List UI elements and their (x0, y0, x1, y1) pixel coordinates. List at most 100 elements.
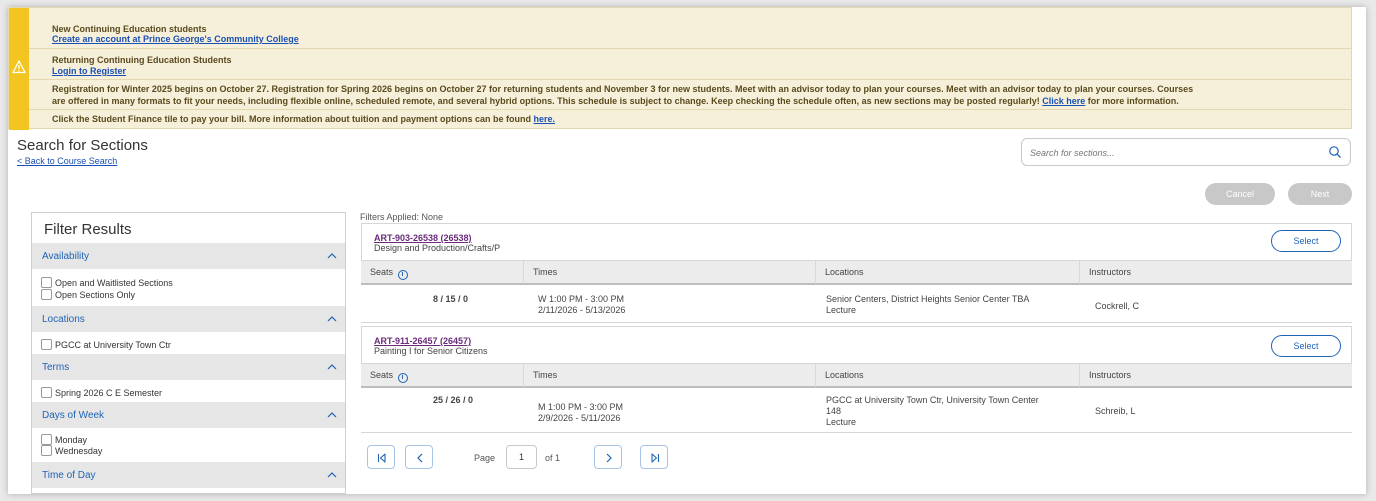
section-card-header: ART-911-26457 (26457) Painting I for Sen… (361, 326, 1352, 363)
chevron-up-icon[interactable] (327, 315, 337, 323)
filter-option-open-waitlisted[interactable]: Open and Waitlisted Sections (41, 277, 173, 288)
filter-option-label: Open and Waitlisted Sections (55, 277, 173, 288)
filter-option-label: Open Sections Only (55, 289, 136, 300)
instructor: Schreib, L (1095, 406, 1136, 416)
checkbox[interactable] (41, 445, 52, 456)
column-times: Times (524, 364, 816, 387)
checkbox[interactable] (41, 289, 52, 300)
filter-group-label[interactable]: Terms (42, 362, 69, 373)
next-button[interactable]: Next (1288, 183, 1352, 205)
info-icon[interactable]: i (397, 373, 408, 383)
column-locations: Locations (816, 261, 1080, 284)
notice-divider (29, 79, 1351, 80)
chevron-up-icon[interactable] (327, 252, 337, 260)
location-line: Lecture (826, 305, 857, 315)
checkbox[interactable] (41, 387, 52, 398)
seats-value: 25 / 26 / 0 (433, 395, 474, 405)
next-page-button[interactable] (594, 445, 622, 469)
first-page-button[interactable] (367, 445, 395, 469)
location-line: 148 (826, 406, 842, 416)
filter-group-label[interactable]: Days of Week (42, 410, 104, 421)
info-icon[interactable]: i (397, 270, 408, 280)
column-instructors: Instructors (1089, 267, 1132, 277)
filter-group-terms[interactable]: Terms (32, 354, 345, 380)
course-title: Painting I for Senior Citizens (374, 346, 488, 356)
filter-option-monday[interactable]: Monday (41, 434, 87, 445)
filter-group-label[interactable]: Locations (42, 314, 85, 325)
returning-heading: Returning Continuing Education Students (52, 55, 232, 65)
cancel-button[interactable]: Cancel (1205, 183, 1275, 205)
page-label: Page (474, 453, 496, 463)
location-line: PGCC at University Town Ctr, University … (826, 395, 1039, 405)
column-seats: Seats i (361, 364, 524, 387)
finance-text: Click the Student Finance tile to pay yo… (52, 114, 532, 124)
seats-value: 8 / 15 / 0 (433, 294, 469, 304)
back-link-label[interactable]: Back to Course Search (25, 156, 118, 166)
app-frame: New Continuing Education students Create… (8, 7, 1366, 494)
registration-tail: for more information. (1087, 96, 1179, 106)
filter-group-availability[interactable]: Availability (32, 243, 345, 269)
next-page-icon[interactable] (603, 452, 615, 464)
filter-option-label: Wednesday (55, 445, 103, 456)
finance-here-link[interactable]: here. (534, 114, 556, 124)
back-to-course-search-link[interactable]: < Back to Course Search (17, 156, 117, 166)
create-account-link[interactable]: Create an account at Prince George's Com… (52, 34, 299, 44)
first-page-icon[interactable] (376, 452, 388, 464)
column-locations: Locations (816, 364, 1080, 387)
meeting-dates: 2/9/2026 - 5/11/2026 (538, 413, 621, 423)
notice-divider (29, 48, 1351, 49)
search-box[interactable] (1021, 138, 1351, 166)
login-to-register-link[interactable]: Login to Register (52, 66, 126, 76)
previous-page-icon[interactable] (414, 452, 426, 464)
select-button[interactable]: Select (1271, 230, 1341, 252)
course-code-link[interactable]: ART-903-26538 (26538) (374, 233, 472, 243)
page-title: Search for Sections (17, 137, 148, 154)
checkbox[interactable] (41, 277, 52, 288)
filter-group-time-of-day[interactable]: Time of Day (32, 462, 345, 488)
filter-title: Filter Results (44, 221, 132, 238)
table-row: 8 / 15 / 0 W 1:00 PM - 3:00 PM 2/11/2026… (361, 285, 1352, 323)
filter-option-wednesday[interactable]: Wednesday (41, 445, 102, 456)
warning-triangle-icon (12, 60, 26, 74)
last-page-icon[interactable] (649, 452, 661, 464)
search-icon[interactable] (1328, 145, 1342, 159)
column-seats-label: Seats (370, 267, 394, 277)
chevron-up-icon[interactable] (327, 363, 337, 371)
chevron-up-icon[interactable] (327, 411, 337, 419)
notice-divider (29, 109, 1351, 110)
registration-line-2-text: are offered in many formats to fit your … (52, 96, 1040, 106)
location-line: Lecture (826, 417, 857, 427)
meeting-time: M 1:00 PM - 3:00 PM (538, 402, 624, 412)
location-line: Senior Centers, District Heights Senior … (826, 294, 1030, 304)
section-card-header: ART-903-26538 (26538) Design and Product… (361, 223, 1352, 260)
filter-option-term[interactable]: Spring 2026 C E Semester (41, 387, 162, 398)
filter-option-label: Monday (55, 434, 88, 445)
click-here-link[interactable]: Click here (1042, 96, 1085, 106)
checkbox[interactable] (41, 339, 52, 350)
checkbox[interactable] (41, 434, 52, 445)
filter-group-label[interactable]: Time of Day (42, 470, 96, 481)
filter-group-locations[interactable]: Locations (32, 306, 345, 332)
filter-group-label[interactable]: Availability (42, 251, 89, 262)
new-ce-heading: New Continuing Education students (52, 24, 207, 34)
table-header: Seats i Times Locations Instructors (361, 363, 1352, 388)
chevron-up-icon[interactable] (327, 471, 337, 479)
last-page-button[interactable] (640, 445, 668, 469)
course-title: Design and Production/Crafts/P (374, 243, 501, 253)
registration-info: Registration for Winter 2025 begins on O… (52, 83, 1345, 107)
filter-option-open-only[interactable]: Open Sections Only (41, 289, 135, 300)
column-seats-label: Seats (370, 370, 394, 380)
table-row: 25 / 26 / 0 M 1:00 PM - 3:00 PM 2/9/2026… (361, 388, 1352, 433)
finance-info: Click the Student Finance tile to pay yo… (52, 114, 555, 124)
instructor: Cockrell, C (1095, 301, 1140, 311)
registration-line-1: Registration for Winter 2025 begins on O… (52, 84, 1194, 94)
course-code-link[interactable]: ART-911-26457 (26457) (374, 336, 471, 346)
search-input[interactable] (1030, 145, 1320, 161)
filter-option-location[interactable]: PGCC at University Town Ctr (41, 339, 171, 350)
column-times: Times (524, 261, 816, 284)
previous-page-button[interactable] (405, 445, 433, 469)
page-number-input[interactable] (506, 445, 537, 469)
filter-group-days[interactable]: Days of Week (32, 402, 345, 428)
select-button[interactable]: Select (1271, 335, 1341, 357)
filter-option-label: Spring 2026 C E Semester (55, 387, 163, 398)
